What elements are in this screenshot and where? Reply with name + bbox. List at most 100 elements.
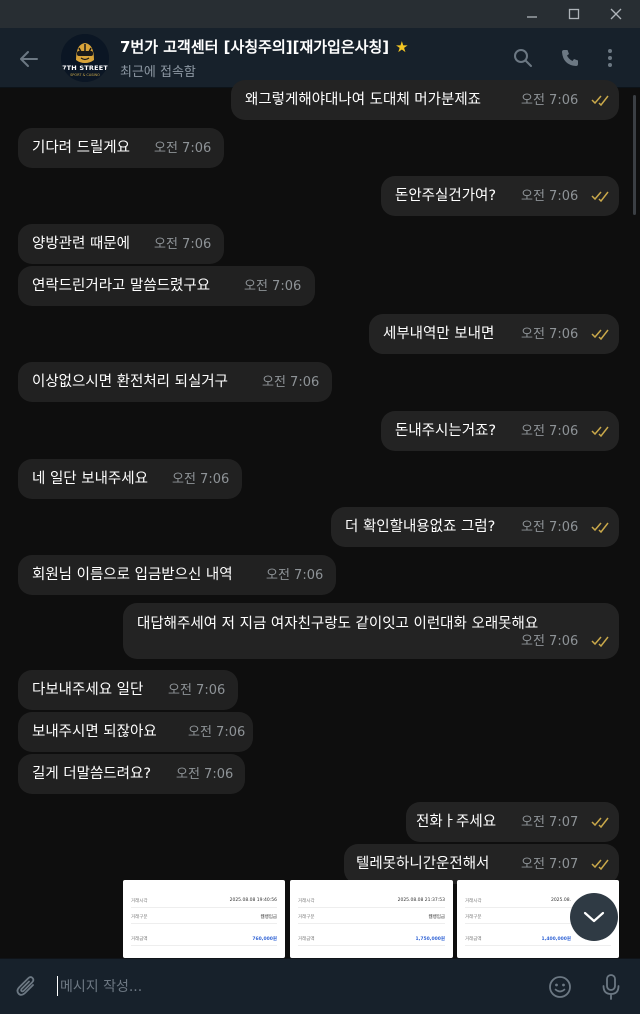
message-incoming[interactable]: 네 일단 보내주세요 오전 7:06 [18,459,242,499]
receipt-label: 거래금액 [298,937,315,942]
message-outgoing[interactable]: 세부내역만 보내면 오전 7:06 [369,314,619,354]
double-check-icon [591,329,609,340]
message-time: 오전 7:07 [521,815,579,830]
paperclip-icon [16,976,35,996]
message-text: 돈안주실건가여? [395,188,497,204]
receipt-value: 2025.08.08 19:40:56 [229,898,277,903]
receipt-row: 거래시각 2025.08.08 21:37:53 [298,898,445,908]
receipt-row: 거래구분 웹뱅입금 [298,914,445,924]
back-button[interactable] [14,44,44,74]
receipt-label: 거래시각 [465,899,482,904]
message-text: 대답해주세여 저 지금 여자친구랑도 같이잇고 이런대화 오래못해요 [137,616,539,632]
double-check-icon [591,859,609,870]
double-check-icon [591,636,609,647]
receipt-row: 거래금액 760,000원 [131,936,277,946]
receipt-amount: 1,750,000원 [415,937,445,942]
message-input[interactable] [60,976,480,998]
receipt-label: 거래구분 [131,915,148,920]
receipt-value: 2025.08. [550,898,571,903]
message-time: 오전 7:06 [521,327,579,342]
message-outgoing[interactable]: 왜그렇게해야대나여 도대체 머가분제죠 오전 7:06 [231,80,619,120]
chat-status: 최근에 접속함 [120,65,196,80]
message-incoming[interactable]: 이상없으시면 환전처리 되실거구 오전 7:06 [18,362,332,402]
message-incoming[interactable]: 보내주시면 되잖아요 오전 7:06 [18,712,253,752]
receipt-amount: 760,000원 [252,937,277,942]
message-time: 오전 7:06 [521,93,579,108]
emoji-icon [549,976,571,998]
message-time: 오전 7:06 [521,520,579,535]
call-button[interactable] [556,44,584,72]
message-text: 전화ㅏ주세요 [416,814,497,830]
maximize-icon [568,8,580,20]
attach-button[interactable] [12,971,42,1001]
photo-receipt[interactable]: 거래시각 2025.08.08 19:40:56 거래구분 웹뱅입금 거래금액 760… [123,880,285,958]
emoji-button[interactable] [545,972,575,1002]
message-text: 돈내주시는거죠? [395,423,497,439]
scrollbar-thumb[interactable] [633,95,636,215]
receipt-label: 거래구분 [298,915,315,920]
message-time: 오전 7:07 [521,857,579,872]
message-time: 오전 7:06 [244,279,302,294]
avatar[interactable]: 7TH STREET SPORT & CASINO [61,34,109,82]
message-time: 오전 7:06 [154,237,212,252]
scroll-to-bottom-button[interactable] [570,893,618,941]
message-incoming[interactable]: 길게 더말씀드려요? 오전 7:06 [18,754,245,794]
message-incoming[interactable]: 회원님 이름으로 입금받으신 내역 오전 7:06 [18,555,336,595]
receipt-row: 거래시각 2025.08.08 19:40:56 [131,898,277,908]
message-text: 양방관련 때문에 [32,236,130,252]
message-outgoing[interactable]: 돈내주시는거죠? 오전 7:06 [381,411,619,451]
receipt-value: 웹뱅입금 [428,915,445,920]
message-time: 오전 7:06 [521,189,579,204]
double-check-icon [591,95,609,106]
receipt-amount: 1,400,000원 [541,937,571,942]
more-menu-button[interactable] [596,44,624,72]
double-check-icon [591,817,609,828]
voice-record-button[interactable] [596,972,626,1002]
message-text: 왜그렇게해야대나여 도대체 머가분제죠 [245,92,481,108]
message-text: 길게 더말씀드려요? [32,766,152,782]
back-arrow-icon [20,51,38,67]
message-time: 오전 7:06 [176,767,234,782]
message-time: 오전 7:06 [172,472,230,487]
receipt-label: 거래금액 [131,937,148,942]
chat-title-text: 7번가 고객센터 [사칭주의][재가입은사칭] [120,38,390,56]
window-maximize-button[interactable] [556,0,592,28]
message-time: 오전 7:06 [266,568,324,583]
microphone-icon [602,974,620,1000]
double-check-icon [591,426,609,437]
message-outgoing[interactable]: 대답해주세여 저 지금 여자친구랑도 같이잇고 이런대화 오래못해요 오전 7:… [123,603,619,659]
message-text: 이상없으시면 환전처리 되실거구 [32,374,228,390]
message-time: 오전 7:06 [262,375,320,390]
message-outgoing[interactable]: 전화ㅏ주세요 오전 7:07 [406,802,619,842]
message-time: 오전 7:06 [521,634,579,649]
message-text: 세부내역만 보내면 [383,326,495,342]
avatar-brand-text: 7TH STREET [61,64,109,72]
message-incoming[interactable]: 기다려 드릴게요 오전 7:06 [18,128,224,168]
more-vertical-icon [608,49,612,67]
message-time: 오전 7:06 [168,683,226,698]
photo-receipt[interactable]: 거래시각 2025.08.08 21:37:53 거래구분 웹뱅입금 거래금액 1,7… [290,880,453,958]
avatar-brand-subtext: SPORT & CASINO [70,73,100,77]
message-incoming[interactable]: 다보내주세요 일단 오전 7:06 [18,670,238,710]
close-icon [610,8,622,20]
star-icon: ★ [395,38,409,56]
chat-title[interactable]: 7번가 고객센터 [사칭주의][재가입은사칭] ★ [120,36,409,57]
receipt-row: 거래구분 웹뱅입금 [131,914,277,924]
message-outgoing[interactable]: 더 확인할내용없죠 그럼? 오전 7:06 [331,507,619,547]
minimize-icon [527,16,537,18]
double-check-icon [591,191,609,202]
receipt-label: 거래시각 [131,899,148,904]
message-time: 오전 7:06 [154,141,212,156]
search-button[interactable] [509,44,537,72]
message-incoming[interactable]: 양방관련 때문에 오전 7:06 [18,224,224,264]
text-caret [57,976,58,996]
message-text: 더 확인할내용없죠 그럼? [345,519,496,535]
message-outgoing[interactable]: 텔레못하니간운전해서 오전 7:07 [344,844,619,884]
window-minimize-button[interactable] [514,0,550,28]
receipt-label: 거래구분 [465,915,482,920]
phone-icon [562,50,578,66]
message-outgoing[interactable]: 돈안주실건가여? 오전 7:06 [381,176,619,216]
receipt-label: 거래시각 [298,899,315,904]
window-close-button[interactable] [598,0,634,28]
message-incoming[interactable]: 연락드린거라고 말씀드렸구요 오전 7:06 [18,266,315,306]
